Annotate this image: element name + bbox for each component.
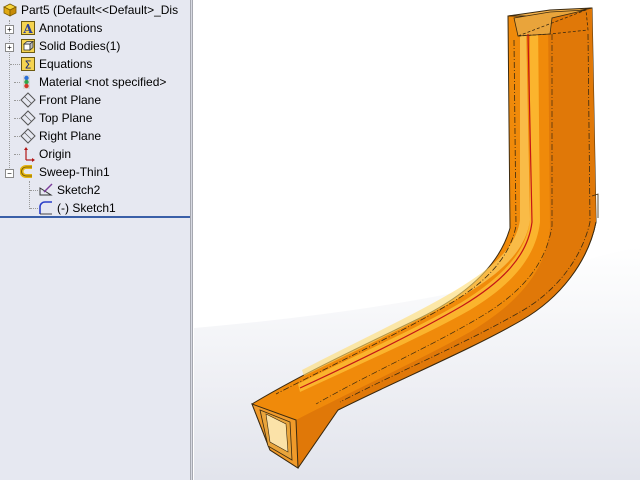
tree-item-label: Top Plane — [39, 111, 93, 125]
tree-item-front-plane[interactable]: Front Plane — [20, 91, 101, 109]
tree-connector-line — [10, 64, 20, 65]
svg-text:Σ: Σ — [25, 59, 32, 72]
tree-end-marker — [0, 216, 190, 218]
annotations-icon: A — [20, 20, 36, 36]
sketch-icon — [38, 182, 54, 198]
plane-icon — [20, 92, 36, 108]
material-icon — [20, 74, 36, 90]
solid-bodies-icon — [20, 38, 36, 54]
tree-item-label: Solid Bodies(1) — [39, 39, 121, 53]
tree-item-label: Origin — [39, 147, 72, 161]
tree-item-sketch1[interactable]: (-) Sketch1 — [38, 199, 116, 217]
tree-item-label: Sketch2 — [57, 183, 101, 197]
equations-icon: Σ — [20, 56, 36, 72]
origin-icon — [20, 146, 36, 162]
tree-root-label: Part5 (Default<<Default>_Dis — [21, 3, 179, 17]
tree-item-origin[interactable]: Origin — [20, 145, 71, 163]
tree-item-label: Equations — [39, 57, 93, 71]
sweep-thin-icon — [19, 164, 36, 180]
tree-item-label: (-) Sketch1 — [57, 201, 116, 215]
tree-item-sweep-thin1[interactable]: Sweep-Thin1 — [19, 163, 110, 181]
tree-item-right-plane[interactable]: Right Plane — [20, 127, 101, 145]
plane-icon — [20, 128, 36, 144]
tree-root-part[interactable]: Part5 (Default<<Default>_Dis — [2, 1, 178, 19]
tree-item-label: Material <not specified> — [39, 75, 167, 89]
tree-connector-line — [30, 190, 38, 191]
tree-item-label: Sweep-Thin1 — [39, 165, 110, 179]
tree-item-equations[interactable]: Σ Equations — [20, 55, 92, 73]
part-icon — [2, 2, 18, 18]
expand-solid-bodies-toggle[interactable]: + — [5, 43, 14, 52]
graphics-viewport[interactable] — [194, 0, 640, 480]
panel-splitter[interactable] — [190, 0, 193, 480]
tree-item-solid-bodies[interactable]: Solid Bodies(1) — [20, 37, 120, 55]
tree-item-material[interactable]: Material <not specified> — [20, 73, 166, 91]
svg-text:A: A — [22, 22, 33, 36]
tree-item-top-plane[interactable]: Top Plane — [20, 109, 92, 127]
tree-connector-line — [30, 208, 38, 209]
tree-item-label: Front Plane — [39, 93, 102, 107]
tree-item-sketch2[interactable]: Sketch2 — [38, 181, 100, 199]
collapse-sweep-thin-toggle[interactable]: − — [5, 169, 14, 178]
sketch-icon — [38, 200, 54, 216]
plane-icon — [20, 110, 36, 126]
tree-connector-line — [29, 181, 30, 209]
expand-annotations-toggle[interactable]: + — [5, 25, 14, 34]
feature-tree-panel: Part5 (Default<<Default>_Dis + A Annotat… — [0, 0, 190, 480]
tree-item-label: Annotations — [39, 21, 103, 35]
tree-item-label: Right Plane — [39, 129, 102, 143]
tree-item-annotations[interactable]: A Annotations — [20, 19, 102, 37]
